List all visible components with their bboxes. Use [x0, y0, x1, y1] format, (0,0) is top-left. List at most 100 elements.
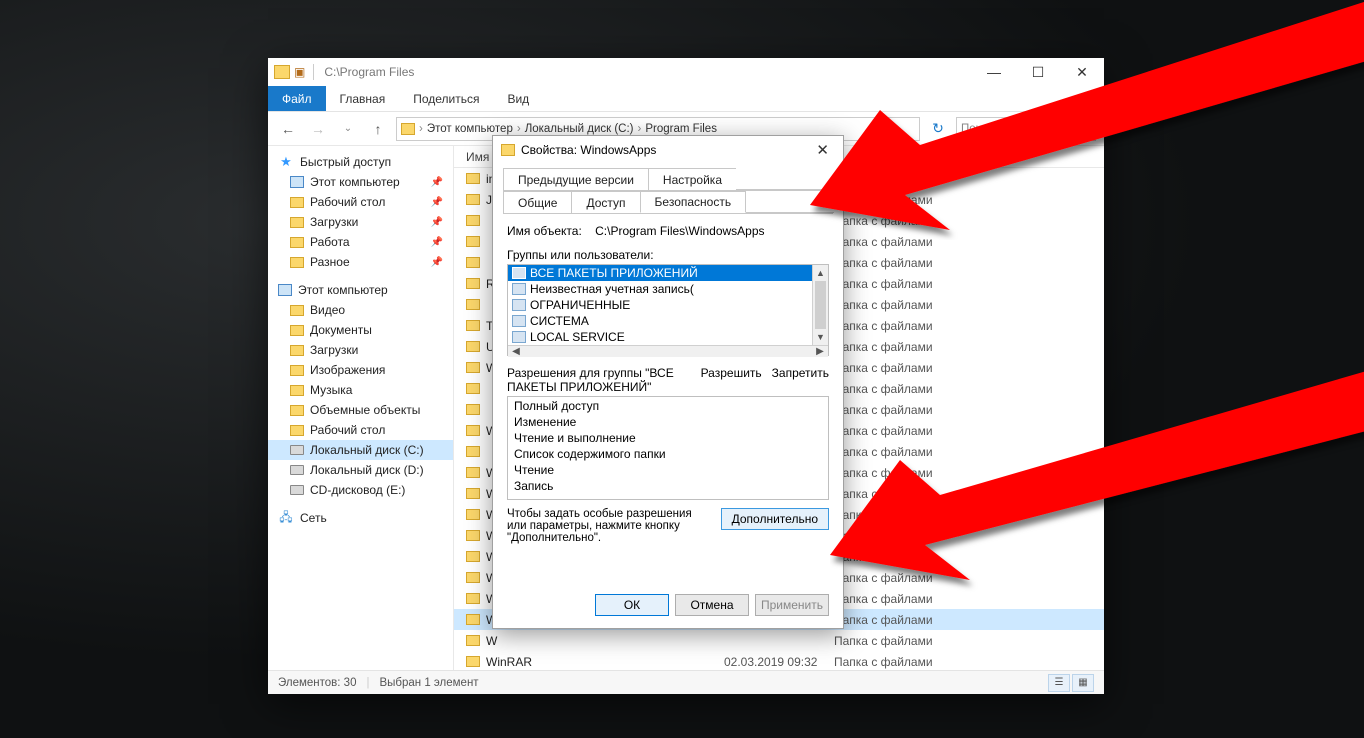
nav-drive-c[interactable]: Локальный диск (C:)	[268, 440, 453, 460]
chevron-right-icon[interactable]: ›	[636, 123, 644, 135]
folder-icon	[466, 299, 480, 310]
nav-network[interactable]: 🖧Сеть	[268, 508, 453, 528]
scroll-right-icon[interactable]: ▶	[812, 346, 828, 357]
tab-home[interactable]: Главная	[326, 86, 400, 111]
chevron-right-icon[interactable]: ›	[417, 123, 425, 135]
permission-item: Полный доступ	[514, 399, 822, 415]
nav-drive-e[interactable]: CD-дисковод (E:)	[268, 480, 453, 500]
separator	[313, 64, 314, 80]
apply-button[interactable]: Применить	[755, 594, 829, 616]
view-icons-button[interactable]: ▦	[1072, 674, 1094, 692]
close-button[interactable]: ✕	[1060, 58, 1104, 86]
advanced-hint: Чтобы задать особые разрешения или парам…	[507, 508, 713, 544]
nav-videos[interactable]: Видео	[268, 300, 453, 320]
chevron-right-icon[interactable]: ›	[515, 123, 523, 135]
back-button[interactable]: ←	[276, 117, 300, 141]
ribbon-expand-icon[interactable]: ⌄	[1074, 86, 1104, 111]
nav-documents[interactable]: Документы	[268, 320, 453, 340]
nav-quick-access[interactable]: ★Быстрый доступ	[268, 152, 453, 172]
nav-quick-downloads[interactable]: Загрузки📌	[268, 212, 453, 232]
scroll-up-icon[interactable]: ▲	[813, 265, 828, 281]
group-item[interactable]: ОГРАНИЧЕННЫЕ	[508, 297, 812, 313]
pin-icon: 📌	[431, 177, 443, 188]
star-icon: ★	[278, 155, 294, 169]
group-item[interactable]: Неизвестная учетная запись(	[508, 281, 812, 297]
nav-quick-work[interactable]: Работа📌	[268, 232, 453, 252]
folder-icon	[466, 383, 480, 394]
group-item[interactable]: LOCAL SERVICE	[508, 329, 812, 345]
disc-icon	[290, 485, 304, 495]
nav-3d-objects[interactable]: Объемные объекты	[268, 400, 453, 420]
dialog-titlebar[interactable]: Свойства: WindowsApps ✕	[493, 136, 843, 164]
folder-icon	[466, 173, 480, 184]
permission-item: Список содержимого папки	[514, 447, 822, 463]
tab-general[interactable]: Общие	[503, 191, 572, 213]
group-item[interactable]: ВСЕ ПАКЕТЫ ПРИЛОЖЕНИЙ	[508, 265, 812, 281]
up-button[interactable]: ↑	[366, 117, 390, 141]
scrollbar-thumb[interactable]	[815, 281, 826, 329]
breadcrumb-segment[interactable]: Этот компьютер	[425, 123, 515, 135]
pc-icon	[278, 284, 292, 296]
file-type: Папка с файлами	[834, 571, 974, 585]
breadcrumb-segment[interactable]: Локальный диск (C:)	[523, 123, 636, 135]
permission-item: Чтение	[514, 463, 822, 479]
file-type: Папка с файлами	[834, 424, 974, 438]
file-type: Папка с файлами	[834, 403, 974, 417]
search-input[interactable]: Поиск: Pr... 🔍	[956, 117, 1096, 141]
nav-music[interactable]: Музыка	[268, 380, 453, 400]
pin-icon: 📌	[431, 237, 443, 248]
cancel-button[interactable]: Отмена	[675, 594, 749, 616]
group-label: СИСТЕМА	[530, 314, 589, 328]
file-type: Папка с файлами	[834, 508, 974, 522]
close-icon[interactable]: ✕	[810, 139, 835, 161]
nav-quick-misc[interactable]: Разное📌	[268, 252, 453, 272]
file-type: Папка с файлами	[834, 319, 974, 333]
folder-icon	[290, 345, 304, 356]
nav-this-pc[interactable]: Этот компьютер	[268, 280, 453, 300]
vertical-scrollbar[interactable]: ▲ ▼	[812, 265, 828, 345]
nav-pictures[interactable]: Изображения	[268, 360, 453, 380]
tab-sharing[interactable]: Доступ	[571, 191, 640, 213]
titlebar-path: C:\Program Files	[324, 65, 414, 79]
minimize-button[interactable]: —	[972, 58, 1016, 86]
maximize-button[interactable]: ☐	[1016, 58, 1060, 86]
navigation-pane[interactable]: ★Быстрый доступ Этот компьютер📌 Рабочий …	[268, 146, 454, 670]
titlebar[interactable]: ▣ C:\Program Files — ☐ ✕	[268, 58, 1104, 86]
nav-downloads[interactable]: Загрузки	[268, 340, 453, 360]
file-name: WinRAR	[486, 655, 532, 669]
scroll-down-icon[interactable]: ▼	[813, 329, 828, 345]
status-item-count: Элементов: 30	[278, 677, 356, 689]
qat-properties-icon[interactable]: ▣	[294, 65, 305, 79]
security-tab-panel: Имя объекта: C:\Program Files\WindowsApp…	[503, 214, 833, 584]
advanced-button[interactable]: Дополнительно	[721, 508, 829, 530]
breadcrumb-segment[interactable]: Program Files	[643, 123, 719, 135]
group-item[interactable]: СИСТЕМА	[508, 313, 812, 329]
forward-button[interactable]: →	[306, 117, 330, 141]
ok-button[interactable]: ОК	[595, 594, 669, 616]
refresh-button[interactable]: ↻	[926, 117, 950, 141]
search-icon[interactable]: 🔍	[1077, 122, 1091, 136]
tab-share[interactable]: Поделиться	[399, 86, 493, 111]
history-dropdown[interactable]: ⌄	[336, 117, 360, 141]
file-row[interactable]: WinRAR02.03.2019 09:32Папка с файлами	[454, 651, 1104, 670]
groups-listbox[interactable]: ВСЕ ПАКЕТЫ ПРИЛОЖЕНИЙНеизвестная учетная…	[507, 264, 829, 356]
file-row[interactable]: WПапка с файлами	[454, 630, 1104, 651]
nav-quick-this-pc[interactable]: Этот компьютер📌	[268, 172, 453, 192]
folder-icon	[290, 217, 304, 228]
folder-icon	[290, 425, 304, 436]
nav-quick-desktop[interactable]: Рабочий стол📌	[268, 192, 453, 212]
tab-view[interactable]: Вид	[493, 86, 543, 111]
tab-file[interactable]: Файл	[268, 86, 326, 111]
permissions-listbox[interactable]: Полный доступИзменениеЧтение и выполнени…	[507, 396, 829, 500]
deny-header: Запретить	[772, 366, 829, 380]
tab-security[interactable]: Безопасность	[640, 191, 747, 213]
nav-drive-d[interactable]: Локальный диск (D:)	[268, 460, 453, 480]
scroll-left-icon[interactable]: ◀	[508, 346, 524, 357]
nav-desktop[interactable]: Рабочий стол	[268, 420, 453, 440]
tab-customize[interactable]: Настройка	[648, 168, 737, 190]
horizontal-scrollbar[interactable]: ◀ ▶	[508, 345, 828, 357]
tab-previous-versions[interactable]: Предыдущие версии	[503, 168, 649, 190]
folder-icon	[466, 215, 480, 226]
view-details-button[interactable]: ☰	[1048, 674, 1070, 692]
group-label: ВСЕ ПАКЕТЫ ПРИЛОЖЕНИЙ	[530, 266, 698, 280]
